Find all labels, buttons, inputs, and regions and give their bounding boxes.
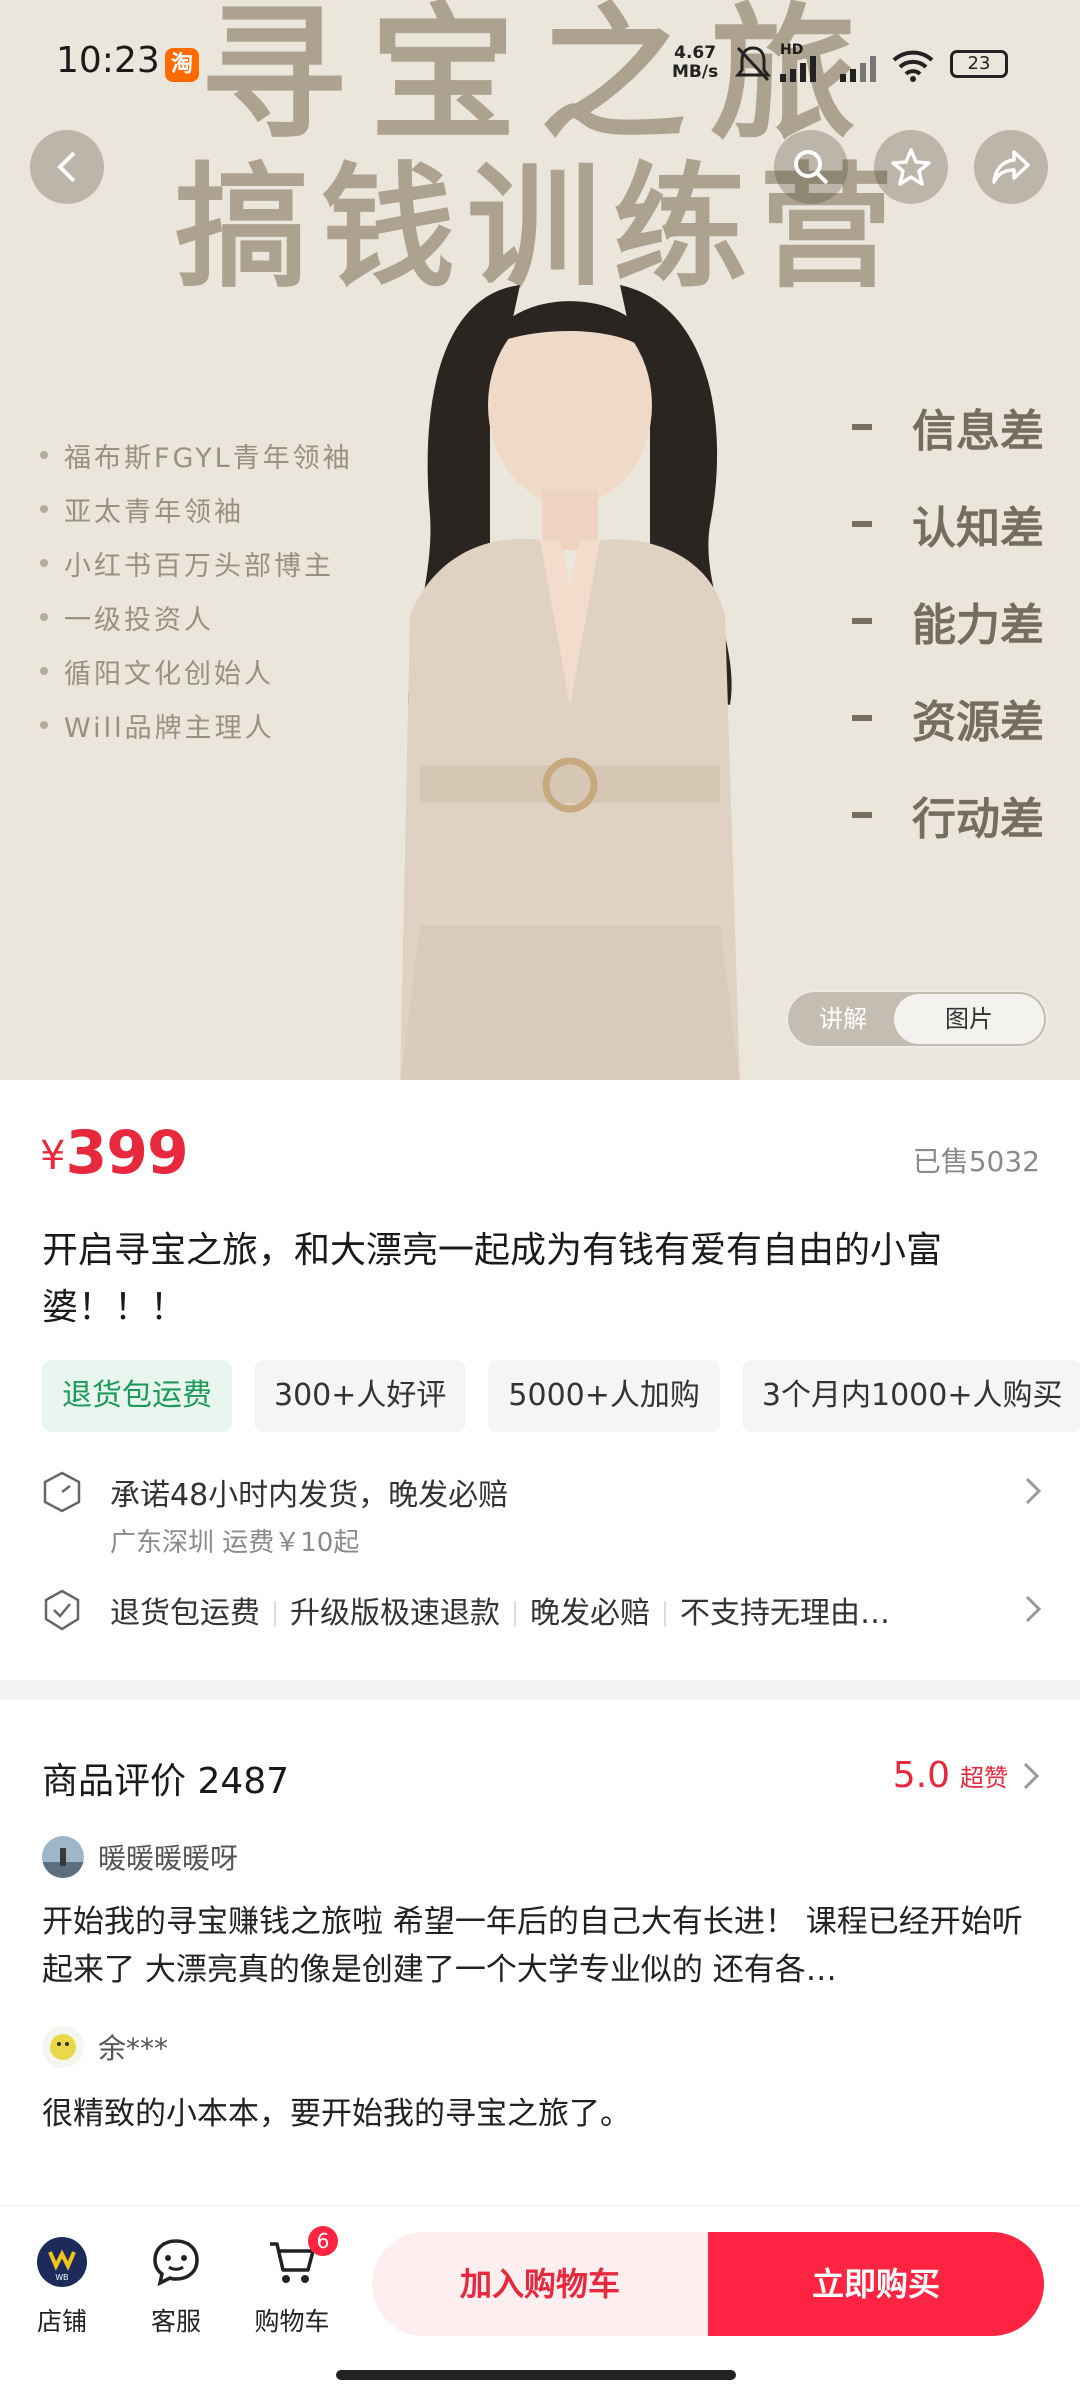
- gap-item: 资源差: [852, 669, 1044, 766]
- network-speed: 4.67 MB/s: [672, 43, 719, 82]
- cart-button[interactable]: 6 购物车: [242, 2226, 342, 2338]
- review-text[interactable]: 开始我的寻宝赚钱之旅啦 希望一年后的自己大有长进！ 课程已经开始听起来了 大漂亮…: [42, 1898, 1032, 1994]
- svg-text:WB: WB: [56, 2273, 69, 2282]
- shipping-origin: 广东深圳 运费￥10起: [110, 1528, 360, 1558]
- share-button[interactable]: [974, 130, 1048, 204]
- chat-icon: [153, 2239, 199, 2287]
- buy-now-button[interactable]: 立即购买: [708, 2232, 1044, 2336]
- taobao-notification-icon: 淘: [165, 48, 199, 82]
- credential-item: 一级投资人: [40, 590, 353, 644]
- credential-item: 福布斯FGYL青年领袖: [40, 428, 353, 482]
- favorite-button[interactable]: [874, 130, 948, 204]
- chevron-right-icon: [1023, 1762, 1040, 1789]
- credential-item: Will品牌主理人: [40, 698, 353, 752]
- review-username: 余***: [98, 2032, 169, 2065]
- score-label: 超赞: [960, 1764, 1008, 1792]
- tag-good-reviews[interactable]: 300+人好评: [254, 1360, 467, 1432]
- status-time: 10:23: [56, 40, 160, 81]
- shipping-promise: 承诺48小时内发货，晚发必赔: [110, 1478, 509, 1513]
- store-button[interactable]: WB 店铺: [12, 2236, 112, 2338]
- mute-bell-icon: [734, 46, 772, 82]
- product-title: 开启寻宝之旅，和大漂亮一起成为有钱有爱有自由的小富婆！！！: [42, 1230, 943, 1328]
- store-label: 店铺: [36, 2307, 87, 2336]
- gap-item: 信息差: [852, 378, 1044, 475]
- media-type-switch[interactable]: 讲解 图片: [786, 990, 1048, 1048]
- switch-explain[interactable]: 讲解: [788, 992, 898, 1046]
- star-icon: [891, 148, 931, 186]
- sold-count: 已售5032: [912, 1145, 1040, 1178]
- price: ¥399: [40, 1118, 189, 1188]
- credential-item: 循阳文化创始人: [40, 644, 353, 698]
- price-value: 399: [65, 1118, 188, 1188]
- back-button[interactable]: [30, 130, 104, 204]
- review-username: 暖暖暖暖呀: [98, 1842, 239, 1875]
- guarantee-item: 退货包运费: [110, 1596, 260, 1631]
- share-icon: [992, 150, 1030, 184]
- chevron-right-icon: [1025, 1595, 1042, 1623]
- battery-level: 23: [967, 53, 991, 74]
- chevron-right-icon: [1025, 1477, 1042, 1505]
- switch-image[interactable]: 图片: [894, 994, 1044, 1044]
- presenter-portrait: [400, 285, 740, 1080]
- home-indicator[interactable]: [336, 2370, 736, 2380]
- store-logo-icon: WB: [37, 2237, 87, 2287]
- cart-label: 购物车: [254, 2307, 330, 2336]
- tag-recent-purchases[interactable]: 3个月内1000+人购买: [741, 1360, 1080, 1432]
- search-icon: [794, 150, 829, 185]
- currency-symbol: ¥: [40, 1133, 66, 1179]
- search-button[interactable]: [774, 130, 848, 204]
- wifi-icon: [892, 50, 934, 82]
- tag-row[interactable]: 退货包运费 300+人好评 5000+人加购 3个月内1000+人购买: [42, 1360, 1080, 1432]
- tag-add-to-cart-count[interactable]: 5000+人加购: [488, 1360, 720, 1432]
- guarantee-item: 晚发必赔: [530, 1596, 650, 1631]
- review-user: 暖暖暖暖呀: [42, 1836, 238, 1878]
- signal-icon-2: [840, 56, 876, 82]
- package-icon: [43, 1471, 81, 1513]
- credentials-list: 福布斯FGYL青年领袖 亚太青年领袖 小红书百万头部博主 一级投资人 循阳文化创…: [40, 428, 353, 752]
- reviews-score[interactable]: 5.0 超赞: [893, 1755, 1040, 1796]
- avatar: [42, 1836, 84, 1878]
- chevron-left-icon: [57, 151, 76, 183]
- avatar: [42, 2026, 84, 2068]
- guarantee-item: 升级版极速退款: [290, 1596, 500, 1631]
- section-divider: [0, 1680, 1080, 1700]
- add-to-cart-button[interactable]: 加入购物车: [372, 2232, 708, 2336]
- shield-check-icon: [44, 1589, 80, 1631]
- cart-count-badge: 6: [308, 2226, 338, 2256]
- shipping-row[interactable]: 承诺48小时内发货，晚发必赔 广东深圳 运费￥10起: [42, 1470, 1042, 1560]
- gap-item: 能力差: [852, 572, 1044, 669]
- status-bar: 10:23 淘 4.67 MB/s HD 23: [0, 0, 1080, 130]
- signal-icon-1: [780, 56, 816, 82]
- review-user: 余***: [42, 2026, 168, 2068]
- customer-service-button[interactable]: 客服: [126, 2236, 226, 2338]
- score-value: 5.0: [892, 1755, 950, 1796]
- battery-icon: 23: [950, 50, 1008, 78]
- gap-list: 信息差 认知差 能力差 资源差 行动差: [852, 378, 1044, 863]
- service-label: 客服: [150, 2307, 201, 2336]
- credential-item: 亚太青年领袖: [40, 482, 353, 536]
- gap-item: 行动差: [852, 766, 1044, 863]
- guarantee-row[interactable]: 退货包运费 升级版极速退款 晚发必赔 不支持无理由…: [42, 1588, 1042, 1636]
- guarantee-list: 退货包运费 升级版极速退款 晚发必赔 不支持无理由…: [110, 1588, 890, 1632]
- credential-item: 小红书百万头部博主: [40, 536, 353, 590]
- gap-item: 认知差: [852, 475, 1044, 572]
- guarantee-item: 不支持无理由…: [680, 1596, 890, 1631]
- tag-free-return-shipping[interactable]: 退货包运费: [42, 1360, 232, 1432]
- review-text[interactable]: 很精致的小本本，要开始我的寻宝之旅了。: [42, 2090, 1032, 2138]
- reviews-heading[interactable]: 商品评价 2487: [42, 1752, 289, 1804]
